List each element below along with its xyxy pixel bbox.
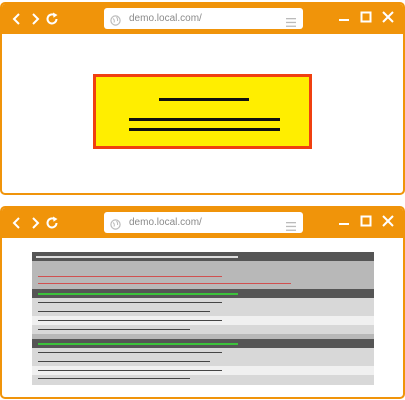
title-bar: demo.local.com/ — [2, 208, 403, 238]
url-text[interactable]: demo.local.com/ — [129, 11, 202, 26]
dialog-heading-placeholder — [159, 98, 249, 101]
table-header — [32, 252, 374, 261]
table-row — [32, 366, 374, 375]
browser-window-top: demo.local.com/ — [0, 2, 405, 195]
maximize-icon[interactable] — [359, 10, 373, 24]
table-row — [32, 325, 374, 334]
table-row — [32, 307, 374, 316]
table-section — [32, 261, 374, 289]
close-icon[interactable] — [381, 10, 395, 24]
url-text[interactable]: demo.local.com/ — [129, 215, 202, 230]
table-row — [32, 348, 374, 357]
table-row — [32, 316, 374, 325]
maximize-icon[interactable] — [359, 214, 373, 228]
menu-icon[interactable] — [286, 218, 296, 236]
globe-icon — [110, 13, 121, 31]
minimize-icon[interactable] — [337, 10, 351, 24]
dialog-text-placeholder — [129, 118, 280, 121]
table-group-header — [32, 339, 374, 348]
browser-window-bottom: demo.local.com/ — [0, 206, 405, 399]
dialog-text-placeholder — [129, 128, 280, 131]
reload-icon[interactable] — [45, 10, 59, 28]
back-icon[interactable] — [10, 214, 24, 232]
highlight-dialog — [93, 74, 312, 149]
forward-icon[interactable] — [28, 214, 42, 232]
table-row — [32, 357, 374, 366]
address-bar[interactable]: demo.local.com/ — [104, 8, 303, 29]
table-group-header — [32, 289, 374, 298]
title-bar: demo.local.com/ — [2, 4, 403, 34]
address-bar[interactable]: demo.local.com/ — [104, 212, 303, 233]
menu-icon[interactable] — [286, 14, 296, 32]
forward-icon[interactable] — [28, 10, 42, 28]
table-page — [32, 252, 374, 385]
back-icon[interactable] — [10, 10, 24, 28]
close-icon[interactable] — [381, 214, 395, 228]
minimize-icon[interactable] — [337, 214, 351, 228]
reload-icon[interactable] — [45, 214, 59, 232]
globe-icon — [110, 217, 121, 235]
table-row — [32, 375, 374, 385]
table-row — [32, 298, 374, 307]
